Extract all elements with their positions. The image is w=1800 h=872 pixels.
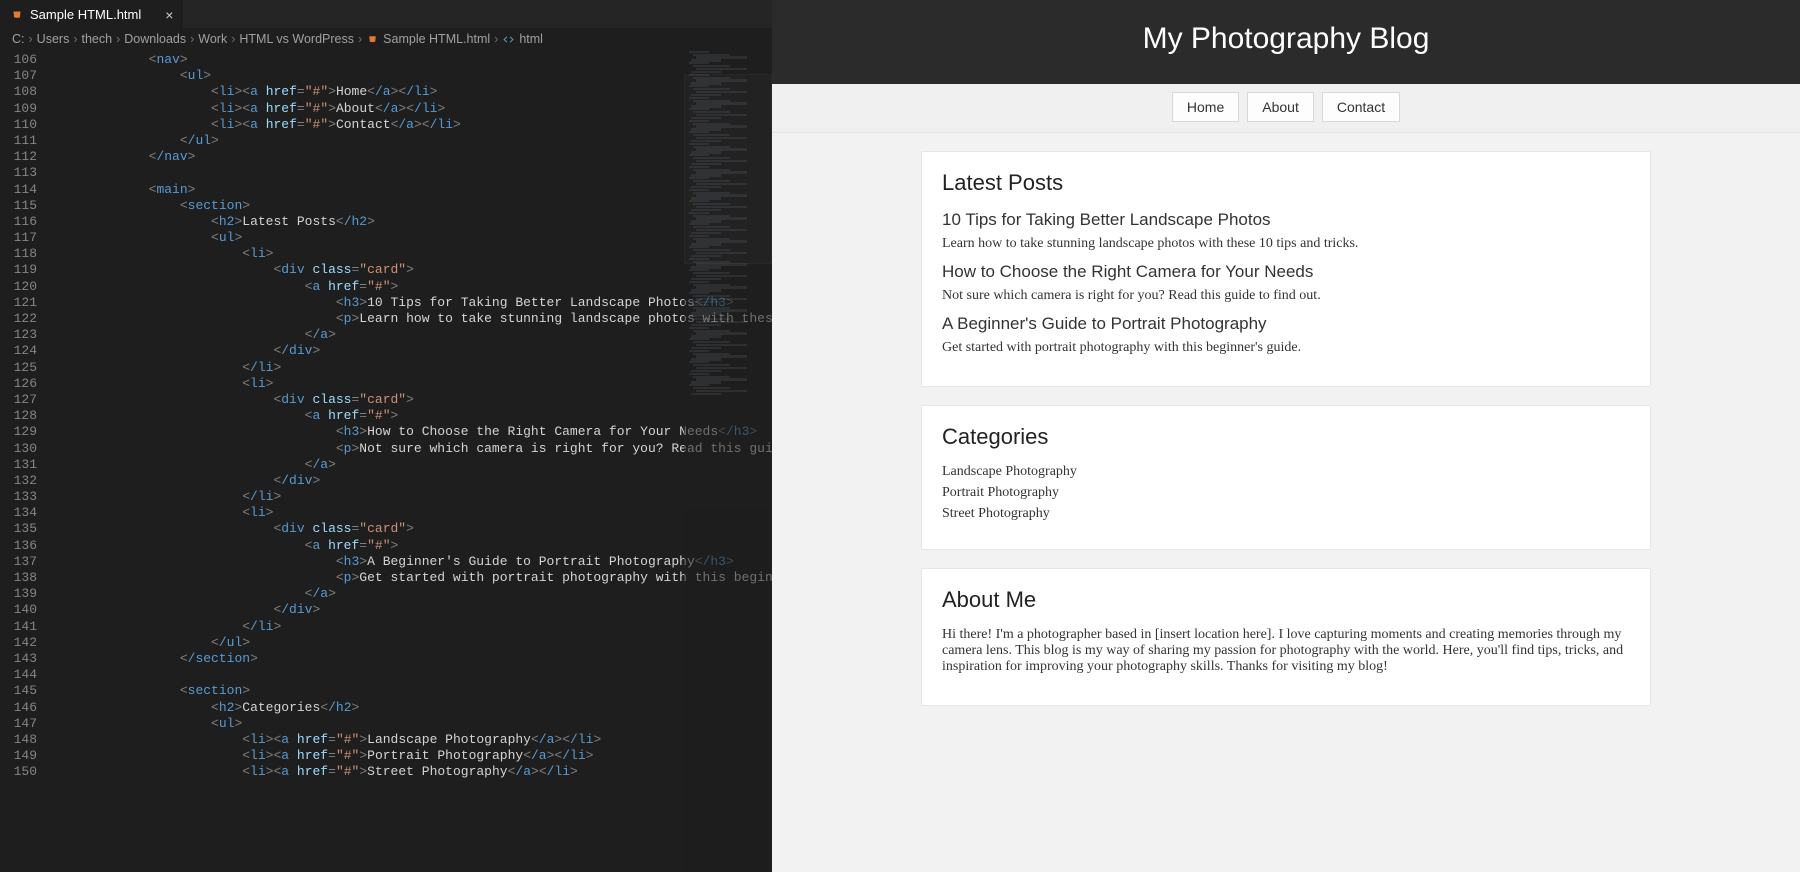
code-line[interactable]: <li> — [55, 505, 772, 521]
minimap-viewport[interactable] — [684, 74, 772, 264]
code-line[interactable]: <li> — [55, 246, 772, 262]
code-line[interactable] — [55, 667, 772, 683]
post-excerpt: Learn how to take stunning landscape pho… — [942, 236, 1630, 252]
code-line[interactable]: <li><a href="#">Portrait Photography</a>… — [55, 748, 772, 764]
code-line[interactable]: </li> — [55, 489, 772, 505]
post-title[interactable]: A Beginner's Guide to Portrait Photograp… — [942, 314, 1630, 334]
blog-content: Latest Posts 10 Tips for Taking Better L… — [921, 151, 1651, 706]
code-line[interactable]: </a> — [55, 586, 772, 602]
post-excerpt: Get started with portrait photography wi… — [942, 340, 1630, 356]
code-line[interactable]: <div class="card"> — [55, 392, 772, 408]
category-link[interactable]: Portrait Photography — [942, 485, 1630, 501]
code-line[interactable]: <a href="#"> — [55, 538, 772, 554]
blog-title: My Photography Blog — [772, 22, 1800, 56]
code-line[interactable]: </a> — [55, 457, 772, 473]
code-line[interactable]: <ul> — [55, 230, 772, 246]
code-content[interactable]: <nav> <ul> <li><a href="#">Home</a></li>… — [55, 50, 772, 872]
chevron-right-icon: › — [29, 32, 33, 46]
nav-about-button[interactable]: About — [1247, 92, 1314, 122]
editor-pane: Sample HTML.html × C:›Users›thech›Downlo… — [0, 0, 772, 872]
code-line[interactable]: </nav> — [55, 149, 772, 165]
code-line[interactable] — [55, 165, 772, 181]
code-line[interactable]: <section> — [55, 683, 772, 699]
nav-home-button[interactable]: Home — [1172, 92, 1239, 122]
breadcrumb-segment[interactable]: Downloads — [124, 32, 186, 46]
blog-nav: Home About Contact — [772, 84, 1800, 133]
html-file-icon — [10, 8, 24, 22]
code-line[interactable]: <p>Not sure which camera is right for yo… — [55, 441, 772, 457]
minimap[interactable] — [684, 50, 772, 872]
chevron-right-icon: › — [358, 32, 362, 46]
code-line[interactable]: <a href="#"> — [55, 279, 772, 295]
code-line[interactable]: </section> — [55, 651, 772, 667]
code-line[interactable]: <h3>10 Tips for Taking Better Landscape … — [55, 295, 772, 311]
html-file-icon — [366, 33, 379, 46]
code-line[interactable]: <ul> — [55, 716, 772, 732]
tab-filename: Sample HTML.html — [30, 7, 141, 22]
nav-contact-button[interactable]: Contact — [1322, 92, 1400, 122]
about-card: About Me Hi there! I'm a photographer ba… — [921, 568, 1651, 706]
code-line[interactable]: <p>Get started with portrait photography… — [55, 570, 772, 586]
code-line[interactable]: </a> — [55, 327, 772, 343]
code-line[interactable]: <main> — [55, 182, 772, 198]
code-area[interactable]: 1061071081091101111121131141151161171181… — [0, 50, 772, 872]
breadcrumb-segment[interactable]: Users — [37, 32, 70, 46]
blog-header: My Photography Blog — [772, 0, 1800, 84]
code-line[interactable]: </div> — [55, 602, 772, 618]
breadcrumb-segment[interactable]: Work — [198, 32, 227, 46]
code-line[interactable]: <div class="card"> — [55, 521, 772, 537]
category-link[interactable]: Street Photography — [942, 506, 1630, 522]
post-excerpt: Not sure which camera is right for you? … — [942, 288, 1630, 304]
categories-card: Categories Landscape Photography Portrait… — [921, 405, 1651, 550]
preview-pane[interactable]: My Photography Blog Home About Contact Lat… — [772, 0, 1800, 872]
code-line[interactable]: <nav> — [55, 52, 772, 68]
post-title[interactable]: 10 Tips for Taking Better Landscape Phot… — [942, 210, 1630, 230]
code-line[interactable]: <li><a href="#">Contact</a></li> — [55, 117, 772, 133]
about-text: Hi there! I'm a photographer based in [i… — [942, 627, 1630, 675]
code-line[interactable]: <section> — [55, 198, 772, 214]
code-line[interactable]: <li><a href="#">Street Photography</a></… — [55, 764, 772, 780]
about-heading: About Me — [942, 587, 1630, 613]
line-gutter: 1061071081091101111121131141151161171181… — [0, 50, 55, 872]
code-line[interactable]: <li><a href="#">About</a></li> — [55, 101, 772, 117]
code-line[interactable]: <p>Learn how to take stunning landscape … — [55, 311, 772, 327]
code-line[interactable]: </ul> — [55, 133, 772, 149]
code-line[interactable]: <h3>A Beginner's Guide to Portrait Photo… — [55, 554, 772, 570]
code-line[interactable]: </ul> — [55, 635, 772, 651]
editor-tab[interactable]: Sample HTML.html × — [0, 0, 183, 28]
latest-posts-card: Latest Posts 10 Tips for Taking Better L… — [921, 151, 1651, 387]
code-line[interactable]: <li><a href="#">Home</a></li> — [55, 84, 772, 100]
breadcrumb[interactable]: C:›Users›thech›Downloads›Work›HTML vs Wo… — [0, 28, 772, 50]
post-title[interactable]: How to Choose the Right Camera for Your … — [942, 262, 1630, 282]
chevron-right-icon: › — [494, 32, 498, 46]
breadcrumb-segment[interactable]: thech — [82, 32, 113, 46]
chevron-right-icon: › — [73, 32, 77, 46]
breadcrumb-segment[interactable]: C: — [12, 32, 25, 46]
breadcrumb-segment[interactable]: Sample HTML.html — [383, 32, 490, 46]
breadcrumb-segment[interactable]: html — [519, 32, 543, 46]
chevron-right-icon: › — [231, 32, 235, 46]
close-icon[interactable]: × — [165, 7, 173, 23]
code-line[interactable]: <li><a href="#">Landscape Photography</a… — [55, 732, 772, 748]
chevron-right-icon: › — [116, 32, 120, 46]
element-icon — [502, 33, 515, 46]
tab-modified-icon — [147, 11, 155, 19]
category-link[interactable]: Landscape Photography — [942, 464, 1630, 480]
breadcrumb-segment[interactable]: HTML vs WordPress — [239, 32, 354, 46]
code-line[interactable]: <h3>How to Choose the Right Camera for Y… — [55, 424, 772, 440]
latest-posts-heading: Latest Posts — [942, 170, 1630, 196]
categories-heading: Categories — [942, 424, 1630, 450]
chevron-right-icon: › — [190, 32, 194, 46]
code-line[interactable]: </li> — [55, 360, 772, 376]
code-line[interactable]: </div> — [55, 473, 772, 489]
code-line[interactable]: <a href="#"> — [55, 408, 772, 424]
code-line[interactable]: </div> — [55, 343, 772, 359]
code-line[interactable]: <h2>Categories</h2> — [55, 700, 772, 716]
tab-bar: Sample HTML.html × — [0, 0, 772, 28]
code-line[interactable]: <div class="card"> — [55, 262, 772, 278]
code-line[interactable]: </li> — [55, 619, 772, 635]
code-line[interactable]: <li> — [55, 376, 772, 392]
code-line[interactable]: <h2>Latest Posts</h2> — [55, 214, 772, 230]
code-line[interactable]: <ul> — [55, 68, 772, 84]
